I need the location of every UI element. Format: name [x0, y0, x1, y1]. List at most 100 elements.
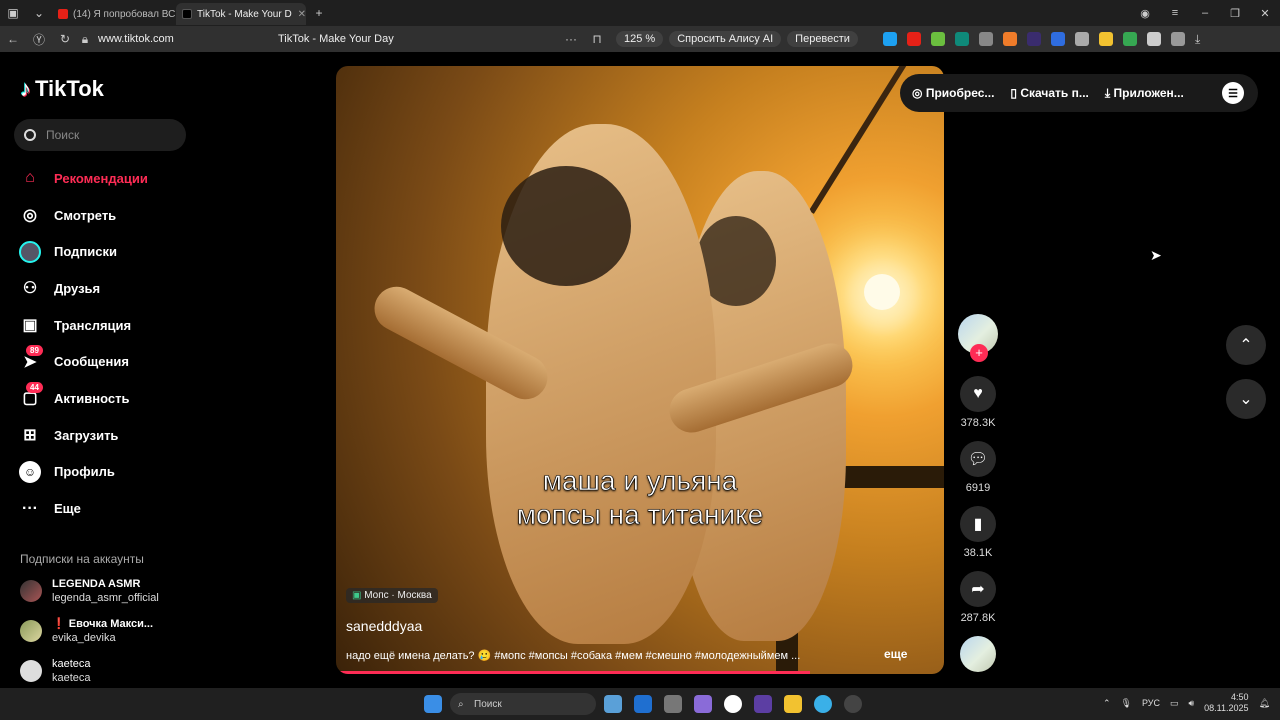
url-field[interactable]: www.tiktok.com [98, 33, 278, 45]
close-window-icon[interactable]: ✕ [1250, 7, 1280, 20]
save-button[interactable]: ▮ 38.1K [956, 506, 1000, 559]
sidebar-item-more[interactable]: ··· Еще [14, 490, 194, 527]
microphone-icon[interactable]: 🎙︎ [1121, 698, 1132, 709]
sidebar-item-label: Друзья [54, 280, 101, 296]
app-9-icon[interactable] [844, 695, 862, 713]
tab-list-chevron-icon[interactable]: ⌄ [26, 0, 52, 26]
music-disc-icon [960, 636, 996, 672]
app-8-icon[interactable] [814, 695, 832, 713]
like-count: 378.3K [960, 417, 996, 429]
extension-1-icon[interactable] [882, 32, 897, 46]
music-disc[interactable] [956, 636, 1000, 672]
extension-6-icon[interactable] [1002, 32, 1017, 46]
video-description: надо ещё имена делать? 🥲 #мопс #мопсы #с… [346, 650, 801, 662]
account-handle: evika_devika [52, 632, 116, 644]
ask-alice-button[interactable]: Спросить Алису AI [669, 31, 782, 47]
app-3-icon[interactable] [664, 695, 682, 713]
avatar [20, 620, 42, 642]
creator-avatar[interactable]: + [956, 314, 1000, 362]
extension-9-icon[interactable] [1074, 32, 1089, 46]
sidebar-item-following[interactable]: Подписки [14, 233, 194, 270]
share-button[interactable]: ➦ 287.8K [956, 571, 1000, 624]
sidebar-item-profile[interactable]: ☺ Профиль [14, 454, 194, 491]
new-tab-icon[interactable]: + [306, 0, 332, 26]
tiktok-logo[interactable]: ♪ TikTok [20, 76, 104, 102]
sidebar-item-explore[interactable]: ◎ Смотреть [14, 197, 194, 234]
translate-button[interactable]: Перевести [787, 31, 858, 47]
notification-bell-icon[interactable]: 🔔︎ [1259, 698, 1270, 709]
language-indicator[interactable]: РУС [1142, 698, 1160, 708]
sidebar-item-recommendations[interactable]: ⌂ Рекомендации [14, 160, 194, 197]
sidebar-item-activity[interactable]: ▢ 44 Активность [14, 380, 194, 417]
tray-chevron-up-icon[interactable]: ⌃ [1103, 698, 1111, 709]
following-accounts-title: Подписки на аккаунты [20, 552, 144, 566]
extension-4-icon[interactable] [954, 32, 969, 46]
extension-8-icon[interactable] [1050, 32, 1065, 46]
zoom-level[interactable]: 125 % [616, 31, 664, 47]
account-item[interactable]: ❗ Евочка Макси... evika_devika [20, 617, 153, 645]
extension-11-icon[interactable] [1122, 32, 1137, 46]
follow-plus-icon[interactable]: + [970, 344, 988, 362]
account-item[interactable]: kaeteca kaeteca [20, 657, 91, 685]
sidebar-item-messages[interactable]: ➤ 89 Сообщения [14, 343, 194, 380]
app-store-icon[interactable] [634, 695, 652, 713]
yandex-home-icon[interactable]: Ⓨ [26, 26, 52, 52]
tab-tiktok[interactable]: TikTok - Make Your D ✕ [176, 3, 306, 25]
reload-icon[interactable]: ↻ [52, 26, 78, 52]
browser-menu-icon[interactable]: ▣ [0, 0, 26, 26]
volume-icon[interactable]: 🔊︎ [1189, 698, 1195, 709]
sidebar-item-friends[interactable]: ⚇ Друзья [14, 270, 194, 307]
restore-icon[interactable]: ❐ [1220, 7, 1250, 20]
close-tab-icon[interactable]: ✕ [298, 9, 306, 20]
extension-13-icon[interactable] [1170, 32, 1185, 46]
live-icon: ▣ [22, 317, 38, 335]
lock-icon: 🔒︎ [81, 31, 89, 46]
menu-icon[interactable]: ☰ [1222, 82, 1244, 104]
video-author[interactable]: sanedddyaa [346, 618, 422, 634]
hamburger-menu-icon[interactable]: ≡ [1160, 7, 1190, 19]
app-button[interactable]: ⤓ Приложен... [1105, 86, 1184, 101]
video-progress-bar[interactable] [336, 671, 811, 674]
display-icon[interactable]: ▭ [1170, 698, 1179, 709]
taskbar-apps [424, 695, 442, 713]
more-dots-icon[interactable]: ··· [558, 26, 584, 52]
extension-12-icon[interactable] [1146, 32, 1161, 46]
minimize-icon[interactable]: – [1190, 7, 1220, 19]
more-button[interactable]: еще [884, 647, 907, 661]
file-explorer-icon[interactable] [604, 695, 622, 713]
app-4-icon[interactable] [694, 695, 712, 713]
extension-3-icon[interactable] [930, 32, 945, 46]
search-input[interactable]: Поиск [14, 119, 186, 151]
tab-youtube[interactable]: (14) Я попробовал ВСЕ Х ✕ [52, 3, 176, 25]
location-tag[interactable]: ▣ Мопс · Москва [346, 588, 438, 603]
buy-coins-button[interactable]: ◎ Приобрес... [912, 86, 994, 100]
extension-10-icon[interactable] [1098, 32, 1113, 46]
extension-7-icon[interactable] [1026, 32, 1041, 46]
start-icon[interactable] [424, 695, 442, 713]
app-7-icon[interactable] [784, 695, 802, 713]
back-icon[interactable]: ← [0, 26, 26, 52]
video-player[interactable]: маша и ульяна мопсы на титанике ▣ Мопс ·… [336, 66, 944, 674]
previous-video-button[interactable]: ⌃ [1226, 325, 1266, 365]
account-name: kaeteca [52, 658, 91, 670]
bookmark-icon[interactable]: ⊓ [584, 26, 610, 52]
chevron-down-icon: ⌄ [1239, 391, 1253, 408]
extension-5-icon[interactable] [978, 32, 993, 46]
like-button[interactable]: ♥ 378.3K [956, 376, 1000, 429]
account-item[interactable]: LEGENDA ASMR legenda_asmr_official [20, 577, 159, 605]
clock[interactable]: 4:50 08.11.2025 [1204, 692, 1248, 714]
extension-2-icon[interactable] [906, 32, 921, 46]
sidebar-item-upload[interactable]: ⊞ Загрузить [14, 417, 194, 454]
profile-avatar-icon[interactable]: ◉ [1130, 7, 1160, 20]
feed-navigation: ⌃ ⌄ [1226, 325, 1266, 433]
download-app-button[interactable]: ▯ Скачать п... [1010, 86, 1088, 100]
comment-button[interactable]: 💬︎ 6919 [956, 441, 1000, 494]
sidebar-item-live[interactable]: ▣ Трансляция [14, 307, 194, 344]
app-6-icon[interactable] [754, 695, 772, 713]
next-video-button[interactable]: ⌄ [1226, 379, 1266, 419]
share-count: 287.8K [960, 612, 996, 624]
top-action-bar: ◎ Приобрес... ▯ Скачать п... ⤓ Приложен.… [900, 74, 1258, 112]
taskbar-search[interactable]: ⌕ Поиск [450, 693, 596, 715]
download-icon[interactable]: ⤓ [1195, 32, 1209, 46]
yandex-browser-icon[interactable] [724, 695, 742, 713]
